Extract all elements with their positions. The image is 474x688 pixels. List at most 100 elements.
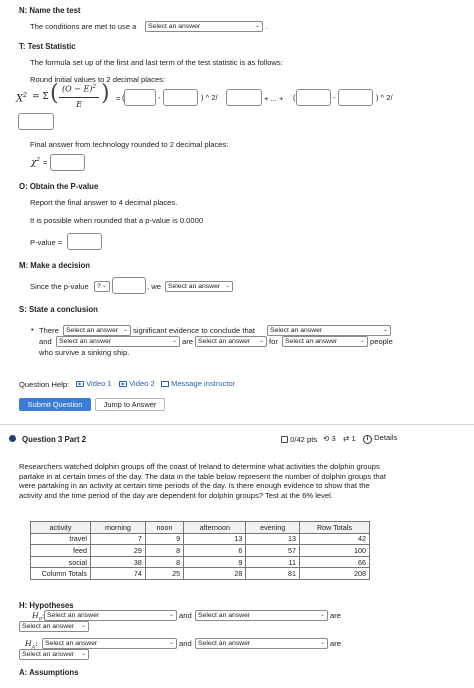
table-cell: 25	[144, 567, 185, 580]
ha-and-text: and	[179, 639, 192, 648]
video-1-label: Video 1	[86, 379, 112, 388]
expected-first-divisor-input[interactable]	[226, 89, 262, 106]
chevron-down-icon: ⌄	[101, 283, 107, 289]
table-cell: 38	[90, 555, 146, 569]
row-label: feed	[30, 544, 91, 557]
table-header-row: activity morning noon afternoon evening …	[30, 521, 371, 534]
info-icon: i	[363, 435, 372, 444]
people-text: people	[370, 337, 393, 346]
undo-icon: ⟲	[323, 434, 330, 443]
chevron-down-icon: ⌄	[80, 623, 86, 629]
observed-first-input[interactable]	[124, 89, 156, 106]
report-instruction: Report the final answer to 4 decimal pla…	[30, 198, 178, 207]
decision-select[interactable]: Select an answer ⌄	[165, 281, 233, 292]
chi-final-equals: =	[43, 158, 48, 167]
assumptions-heading: A: Assumptions	[19, 668, 79, 677]
details-button[interactable]: i Details	[363, 433, 397, 444]
points-indicator: 0/42 pts	[281, 435, 317, 444]
pvalue-input[interactable]	[67, 233, 102, 250]
pvalue-label: P-value =	[30, 238, 63, 247]
retries-indicator: ⟲ 3	[323, 434, 336, 443]
expected-first-input[interactable]	[163, 89, 198, 106]
row-label: Column Totals	[30, 567, 91, 580]
are-select[interactable]: Select an answer ⌄	[195, 336, 267, 347]
table-cell: 74	[90, 567, 146, 580]
there-text: There	[39, 326, 59, 335]
step-o-heading: O: Obtain the P-value	[19, 182, 99, 191]
table-cell: 57	[245, 544, 300, 557]
equals-sign: =	[116, 94, 121, 103]
ha-relation-select[interactable]: Select an answer ⌄	[19, 649, 89, 660]
conclusion-select-value: Select an answer	[270, 327, 323, 334]
expected-last-divisor-input[interactable]	[18, 113, 54, 130]
status-dot-icon	[9, 435, 16, 442]
and-select-value: Select an answer	[59, 338, 112, 345]
chevron-down-icon: ⌄	[122, 327, 128, 333]
step-m-heading: M: Make a decision	[19, 261, 91, 270]
power-divide-2: ) ^ 2/	[376, 93, 393, 102]
step-s-heading: S: State a conclusion	[19, 305, 98, 314]
message-instructor-link[interactable]: Message instructor	[161, 379, 235, 388]
for-select[interactable]: Select an answer ⌄	[282, 336, 368, 347]
h0-are-text: are	[330, 611, 341, 620]
h0-first-select[interactable]: Select an answer ⌄	[44, 610, 177, 621]
header-cell: Row Totals	[298, 521, 371, 534]
we-text: , we	[147, 282, 161, 291]
h0-relation-select[interactable]: Select an answer ⌄	[19, 621, 89, 632]
bullet: •	[31, 325, 34, 334]
and-select[interactable]: Select an answer ⌄	[56, 336, 180, 347]
video-1-link[interactable]: ▶ Video 1	[76, 379, 112, 388]
compare-select[interactable]: ? ⌄	[94, 281, 110, 292]
chevron-down-icon: ⌄	[171, 338, 177, 344]
table-cell: 208	[298, 567, 371, 580]
test-name-select[interactable]: Select an answer ⌄	[145, 21, 263, 32]
h0-second-select[interactable]: Select an answer ⌄	[195, 610, 328, 621]
conclusion-select[interactable]: Select an answer ⌄	[267, 325, 391, 336]
expected-last-input[interactable]	[338, 89, 373, 106]
chi-final-symbol: χ2	[31, 157, 40, 168]
decision-select-value: Select an answer	[168, 283, 221, 290]
checkbox-edit-icon	[281, 436, 288, 443]
evidence-select-value: Select an answer	[66, 327, 119, 334]
chevron-down-icon: ⌄	[382, 327, 388, 333]
table-cell: 8	[144, 555, 185, 569]
fraction-bar	[59, 97, 99, 98]
test-name-prompt: The conditions are met to use a	[30, 22, 137, 31]
table-row: feed 29 8 6 57 100	[30, 544, 371, 557]
table-cell: 9	[144, 532, 185, 546]
part-2-title: Question 3 Part 2	[22, 435, 87, 444]
are-text: are	[182, 337, 193, 346]
formula-instruction: The formula set up of the first and last…	[30, 58, 283, 67]
table-cell: 66	[298, 555, 371, 569]
header-cell: noon	[144, 521, 185, 534]
submit-question-button[interactable]: Submit Question	[19, 398, 91, 411]
ha-second-select[interactable]: Select an answer ⌄	[195, 638, 328, 649]
table-cell: 81	[245, 567, 300, 580]
retries-count: 3	[331, 434, 336, 443]
ha-second-select-value: Select an answer	[198, 640, 251, 647]
chevron-down-icon: ⌄	[168, 612, 174, 618]
test-name-period: .	[266, 22, 269, 31]
evidence-select[interactable]: Select an answer ⌄	[63, 325, 131, 336]
observed-last-input[interactable]	[296, 89, 331, 106]
message-instructor-label: Message instructor	[171, 379, 236, 388]
test-statistic-input[interactable]	[50, 154, 85, 171]
possible-note: It is possible when rounded that a p-val…	[30, 216, 204, 225]
for-select-value: Select an answer	[285, 338, 338, 345]
minus-sign: -	[158, 93, 161, 102]
video-2-link[interactable]: ▶ Video 2	[119, 379, 155, 388]
table-cell: 9	[183, 555, 247, 569]
data-table: activity morning noon afternoon evening …	[30, 521, 371, 580]
envelope-icon	[161, 381, 169, 387]
table-cell: 11	[245, 555, 300, 569]
table-cell: 28	[183, 567, 247, 580]
fraction-denominator: E	[76, 100, 82, 109]
big-paren-right: )	[101, 81, 110, 106]
h0-second-select-value: Select an answer	[198, 612, 251, 619]
survivors-text: who survive a sinking ship.	[39, 348, 130, 357]
alpha-input[interactable]	[112, 277, 146, 294]
jump-to-answer-button[interactable]: Jump to Answer	[95, 398, 165, 411]
sigma-symbol: = Σ	[32, 92, 49, 102]
ha-first-select[interactable]: Select an answer ⌄	[42, 638, 177, 649]
chevron-down-icon: ⌄	[254, 23, 260, 29]
